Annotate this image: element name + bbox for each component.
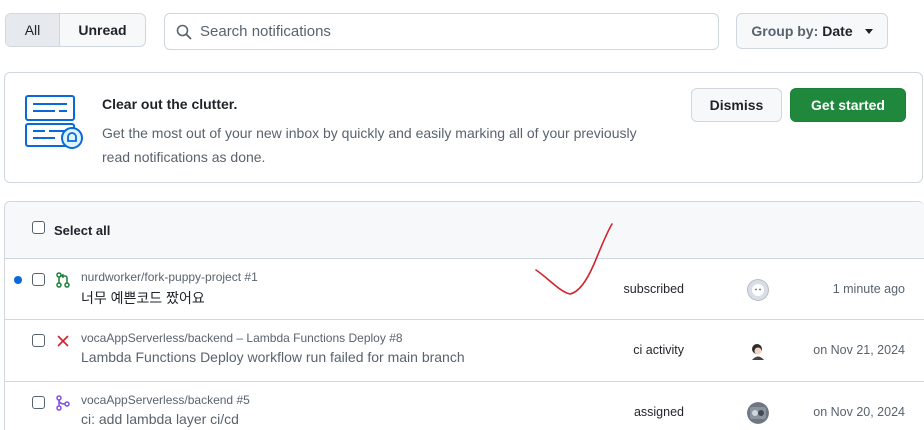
notification-time: on Nov 21, 2024 xyxy=(813,343,905,357)
notification-reason: assigned xyxy=(633,405,684,419)
notification-subject[interactable]: 너무 예쁜코드 짰어요 xyxy=(81,288,205,308)
search-icon xyxy=(176,24,192,39)
banner-title: Clear out the clutter. xyxy=(102,96,238,112)
group-by-dropdown[interactable]: Group by: Date xyxy=(736,13,888,49)
unread-dot-icon xyxy=(14,276,22,284)
notification-reason: subscribed xyxy=(623,282,684,296)
notification-row[interactable]: vocaAppServerless/backend #5 ci: add lam… xyxy=(5,382,924,430)
search-input[interactable] xyxy=(200,23,680,40)
row-checkbox[interactable] xyxy=(32,396,45,409)
row-checkbox[interactable] xyxy=(32,273,45,286)
notification-repo[interactable]: nurdworker/fork-puppy-project #1 xyxy=(81,270,258,284)
notification-time: 1 minute ago xyxy=(832,282,905,296)
select-all-label[interactable]: Select all xyxy=(54,223,110,238)
dismiss-button[interactable]: Dismiss xyxy=(691,88,782,122)
group-by-value: Date xyxy=(822,23,853,39)
get-started-button[interactable]: Get started xyxy=(790,88,906,122)
merged-pr-icon xyxy=(56,395,70,411)
filter-unread-button[interactable]: Unread xyxy=(60,14,145,46)
inbox-check-illustration-icon xyxy=(25,95,83,149)
banner-description: Get the most out of your new inbox by qu… xyxy=(102,125,637,165)
inbox-tip-banner: Clear out the clutter. Get the most out … xyxy=(4,72,923,183)
avatar[interactable] xyxy=(747,340,769,362)
select-all-checkbox[interactable] xyxy=(32,221,45,234)
avatar[interactable] xyxy=(747,279,769,301)
notification-time: on Nov 20, 2024 xyxy=(813,405,905,419)
search-box[interactable] xyxy=(164,13,719,50)
notification-reason: ci activity xyxy=(633,343,684,357)
notification-subject[interactable]: ci: add lambda layer ci/cd xyxy=(81,411,239,427)
list-header: Select all xyxy=(5,202,924,259)
avatar[interactable] xyxy=(747,402,769,424)
filter-segmented-control: All Unread xyxy=(5,13,146,47)
notification-row[interactable]: nurdworker/fork-puppy-project #1 너무 예쁜코드… xyxy=(5,259,924,320)
caret-down-icon xyxy=(864,28,873,34)
row-checkbox[interactable] xyxy=(32,334,45,347)
notification-repo[interactable]: vocaAppServerless/backend #5 xyxy=(81,393,250,407)
x-icon xyxy=(57,335,69,347)
filter-all-button[interactable]: All xyxy=(6,14,60,46)
notification-row[interactable]: vocaAppServerless/backend – Lambda Funct… xyxy=(5,320,924,382)
notification-subject[interactable]: Lambda Functions Deploy workflow run fai… xyxy=(81,349,465,365)
pull-request-icon xyxy=(56,272,70,288)
notification-repo[interactable]: vocaAppServerless/backend – Lambda Funct… xyxy=(81,331,403,345)
group-by-label: Group by: xyxy=(751,23,819,39)
notification-list: Select all nurdworker/fork-puppy-project… xyxy=(4,201,924,430)
